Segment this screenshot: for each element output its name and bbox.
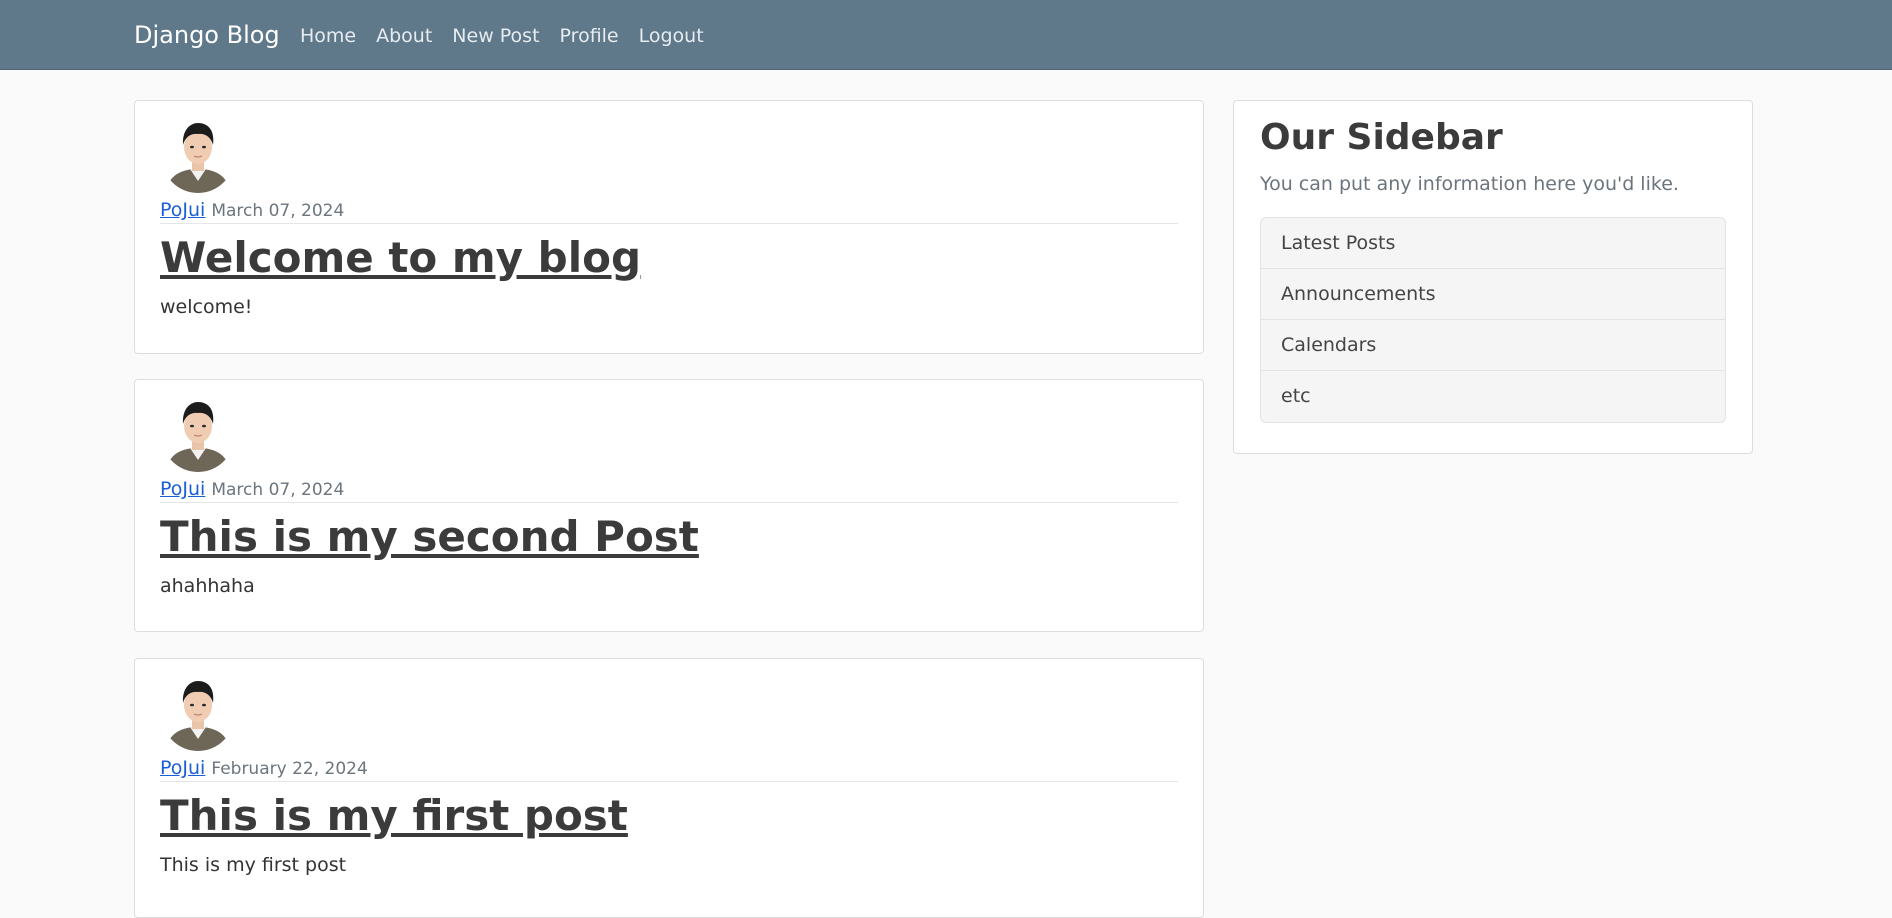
post-title-link[interactable]: This is my first post	[160, 791, 628, 841]
post-meta: PoJui March 07, 2024	[160, 199, 1178, 224]
post-author-link[interactable]: PoJui	[160, 199, 205, 221]
post-title-link[interactable]: This is my second Post	[160, 512, 699, 562]
nav-new-post-link[interactable]: New Post	[452, 23, 539, 49]
nav-home-link[interactable]: Home	[300, 23, 356, 49]
author-avatar	[161, 675, 235, 751]
post-content: welcome!	[160, 296, 253, 318]
post-date: March 07, 2024	[211, 201, 345, 221]
post-title-link[interactable]: Welcome to my blog	[160, 233, 641, 283]
sidebar-description: You can put any information here you'd l…	[1260, 173, 1679, 195]
sidebar-item-calendars[interactable]: Calendars	[1261, 320, 1725, 371]
post-date: February 22, 2024	[211, 759, 368, 779]
post-author-link[interactable]: PoJui	[160, 757, 205, 779]
sidebar-item-etc[interactable]: etc	[1261, 371, 1725, 422]
brand-link[interactable]: Django Blog	[134, 20, 280, 50]
sidebar-item-latest-posts[interactable]: Latest Posts	[1261, 218, 1725, 269]
post-meta: PoJui March 07, 2024	[160, 478, 1178, 503]
post-content: ahahhaha	[160, 575, 255, 597]
nav-profile-link[interactable]: Profile	[560, 23, 619, 49]
post-card: PoJui March 07, 2024 This is my second Po…	[134, 379, 1204, 632]
author-avatar	[161, 396, 235, 472]
nav-about-link[interactable]: About	[376, 23, 432, 49]
nav-links: Home About New Post Profile Logout	[300, 23, 724, 49]
author-avatar	[161, 117, 235, 193]
post-card: PoJui February 22, 2024 This is my first …	[134, 658, 1204, 918]
post-card: PoJui March 07, 2024 Welcome to my blog w…	[134, 100, 1204, 354]
post-content: This is my first post	[160, 854, 347, 876]
post-meta: PoJui February 22, 2024	[160, 757, 1178, 782]
nav-logout-link[interactable]: Logout	[639, 23, 704, 49]
post-author-link[interactable]: PoJui	[160, 478, 205, 500]
top-navbar: Django Blog Home About New Post Profile …	[0, 0, 1892, 70]
sidebar-list: Latest Posts Announcements Calendars etc	[1260, 217, 1726, 423]
sidebar: Our Sidebar You can put any information …	[1233, 100, 1753, 454]
post-date: March 07, 2024	[211, 480, 345, 500]
sidebar-title: Our Sidebar	[1260, 117, 1503, 158]
sidebar-item-announcements[interactable]: Announcements	[1261, 269, 1725, 320]
